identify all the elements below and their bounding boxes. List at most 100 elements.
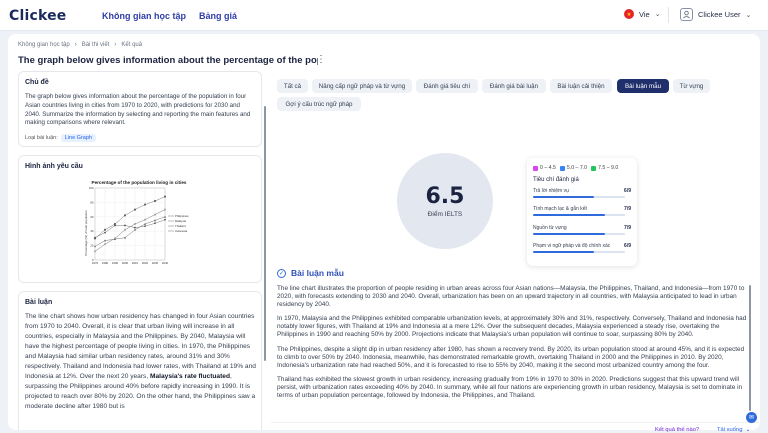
breadcrumb-separator: › (114, 42, 117, 48)
criteria-row: Tính mạch lạc & gắn kết 7/9 (533, 206, 631, 216)
criteria-card: 0 – 4.5 5.0 – 7.0 7.5 – 9.0 Tiêu chí đán… (527, 158, 637, 266)
required-image-panel: Hình ảnh yêu cầu Percentage of the popul… (18, 155, 262, 283)
x-tick-label: 2040 (162, 261, 169, 265)
tab-all[interactable]: Tất cả (277, 79, 308, 93)
criteria-title: Tiêu chí đánh giá (533, 177, 579, 183)
data-point (114, 223, 116, 225)
sample-essay-header: ✓ Bài luận mẫu (277, 268, 344, 278)
y-tick-label: 100 (89, 186, 94, 190)
data-point (164, 218, 166, 221)
data-point (124, 224, 126, 227)
more-options-icon[interactable]: ⋮ (316, 54, 326, 65)
criteria-row: Phạm vi ngữ pháp và độ chính xác 6/9 (533, 243, 631, 253)
legend-swatch (533, 165, 538, 171)
data-point (134, 208, 136, 211)
left-scrollbar[interactable] (264, 106, 266, 361)
y-tick-label: 20 (90, 244, 94, 248)
download-button[interactable]: Tải xuống ⌄ (717, 427, 750, 433)
score-value: 6.5 (425, 184, 465, 209)
user-icon (680, 8, 693, 21)
sample-essay-title: Bài luận mẫu (291, 268, 344, 278)
nav-pricing[interactable]: Bảng giá (199, 11, 237, 21)
y-tick-label: 60 (90, 215, 94, 219)
tab-grammar-vocab-upgrade[interactable]: Nâng cấp ngữ pháp và từ vựng (312, 79, 412, 93)
data-point (134, 226, 136, 229)
legend-label: Philippines (175, 214, 189, 218)
x-tick-label: 2010 (132, 261, 139, 265)
score-legend: 0 – 4.5 5.0 – 7.0 7.5 – 9.0 (533, 165, 618, 171)
sample-essay-body: The line chart illustrates the proportio… (277, 285, 749, 414)
legend-item: 5.0 – 7.0 (559, 165, 587, 171)
x-tick-label: 1980 (102, 261, 109, 265)
essay-type-label: Loại bài luận: (25, 135, 58, 141)
topic-text: The graph below gives information about … (25, 93, 251, 127)
result-footer: Kết quả thế nào? Tải xuống ⌄ (271, 422, 759, 433)
result-panel: Tất cả Nâng cấp ngữ pháp và từ vựng Đánh… (271, 71, 759, 433)
criteria-bar-fill (533, 251, 595, 253)
feedback-link[interactable]: Kết quả thế nào? (655, 427, 699, 433)
x-tick-label: 2020 (142, 261, 149, 265)
chevron-down-icon: ⌄ (745, 11, 752, 19)
required-image-title: Hình ảnh yêu cầu (25, 163, 83, 170)
essay-type-row: Loại bài luận: Line Graph (25, 134, 96, 142)
paragraph: In 1970, Malaysia and the Philippines ex… (277, 315, 747, 339)
language-selector[interactable]: Vie ⌄ (624, 9, 661, 19)
chevron-down-icon: ⌄ (745, 427, 751, 433)
user-name: Clickee User (698, 10, 741, 19)
chevron-down-icon: ⌄ (654, 11, 661, 18)
nav-learning-space[interactable]: Không gian học tập (102, 11, 186, 21)
legend-item: 7.5 – 9.0 (591, 165, 618, 171)
right-scrollbar[interactable] (749, 285, 751, 411)
data-point (104, 231, 106, 234)
check-circle-icon: ✓ (277, 268, 286, 278)
legend-label: Malaysia (175, 219, 186, 223)
y-tick-label: 40 (90, 229, 94, 233)
data-point (144, 203, 146, 206)
legend-label: Thailand (175, 224, 186, 228)
data-point (154, 222, 156, 225)
tab-essay-evaluation[interactable]: Đánh giá bài luận (482, 79, 546, 93)
chat-support-icon[interactable]: ✉ (746, 412, 757, 423)
chart-title: Percentage of the population living in c… (92, 180, 187, 185)
data-point (164, 195, 166, 198)
user-menu[interactable]: Clickee User ⌄ (680, 8, 751, 21)
criteria-row: Trả lời nhiệm vụ 6/9 (533, 188, 631, 198)
page-title: The graph below gives information about … (18, 55, 318, 66)
legend-swatch (591, 165, 597, 171)
required-chart[interactable]: Percentage of the population living in c… (83, 178, 193, 278)
x-tick-label: 2000 (122, 261, 129, 265)
x-tick-label: 2030 (152, 261, 159, 265)
tab-vocabulary[interactable]: Từ vựng (673, 79, 710, 93)
breadcrumb-item[interactable]: Bài thi viết (82, 42, 110, 48)
breadcrumb-separator: › (74, 42, 77, 48)
chart-ylabel: Percentage (%) of total population (84, 210, 88, 256)
criteria-bar-fill (533, 233, 605, 235)
score-label: Điểm IELTS (427, 211, 463, 218)
data-point (94, 237, 96, 240)
essay-panel: Bài luận The line chart shows how urban … (18, 291, 262, 430)
tab-grammar-suggestions[interactable]: Gợi ý cấu trúc ngữ pháp (277, 97, 361, 111)
vietnam-flag-icon (624, 9, 634, 19)
legend-label: Indonesia (175, 229, 188, 233)
essay-type-tag: Line Graph (60, 134, 96, 142)
legend-item: 0 – 4.5 (533, 165, 556, 171)
breadcrumb-item[interactable]: Không gian học tập (18, 42, 70, 48)
tab-criteria-evaluation[interactable]: Đánh giá tiêu chí (416, 79, 478, 93)
data-point (124, 214, 126, 217)
main-card: Không gian học tập › Bài thi viết › Kết … (8, 34, 760, 433)
paragraph: The line chart illustrates the proportio… (277, 285, 745, 309)
y-tick-label: 80 (90, 200, 94, 204)
ielts-score: 6.5 Điểm IELTS (397, 153, 493, 249)
paragraph: The Philippines, despite a slight dip in… (277, 345, 745, 369)
essay-title: Bài luận (25, 299, 53, 306)
tab-improved-essay[interactable]: Bài luận cải thiện (550, 79, 612, 93)
highlighted-phrase[interactable]: Malaysia's rate fluctuated (150, 373, 230, 380)
language-label: Vie (639, 9, 650, 19)
topic-title: Chủ đề (25, 79, 49, 86)
logo[interactable]: Clickee (9, 8, 67, 24)
tab-sample-essay[interactable]: Bài luận mẫu (617, 79, 669, 93)
data-point (144, 225, 146, 228)
topic-panel: Chủ đề The graph below gives information… (18, 71, 262, 147)
legend-swatch (559, 165, 565, 171)
data-point (104, 228, 106, 231)
